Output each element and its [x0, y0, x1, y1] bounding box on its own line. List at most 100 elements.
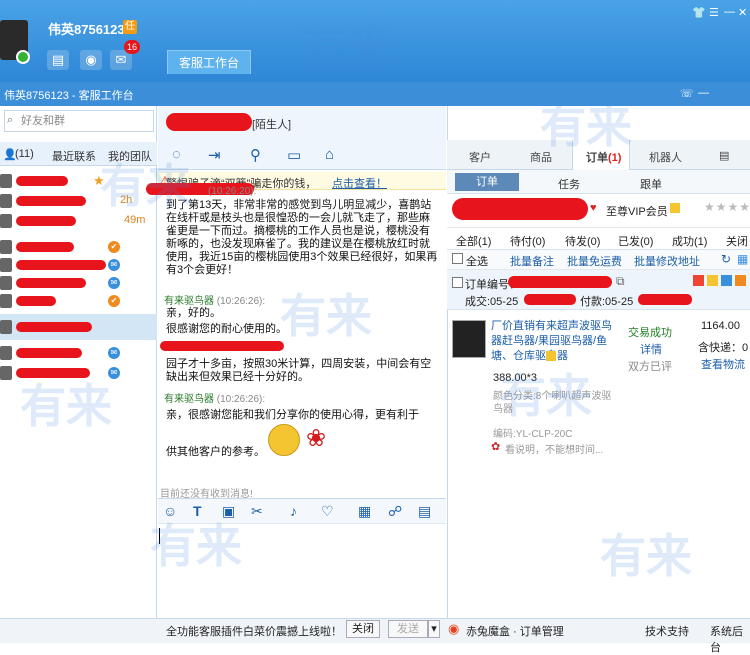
product-thumbnail[interactable]	[452, 320, 486, 358]
product-attribute: 颜色分类:8个喇叭超声波驱鸟器	[493, 391, 612, 415]
select-all-checkbox[interactable]	[452, 253, 463, 264]
doc-icon[interactable]: ▤	[418, 503, 431, 520]
memo-icon[interactable]	[707, 275, 718, 286]
rose-emoji-icon: ❀	[306, 425, 327, 452]
list-item[interactable]: ★	[0, 172, 157, 190]
chat-message: 亲，好的。	[166, 307, 221, 319]
heart-icon: ♥	[590, 202, 597, 214]
search-input[interactable]: 好友和群	[4, 110, 154, 132]
menu-icon[interactable]: ☰	[709, 6, 719, 19]
subtab-followup[interactable]: 跟单	[640, 176, 662, 192]
promo-text[interactable]: 全功能客服插件白菜价震撼上线啦！	[166, 623, 342, 639]
shipping-fee: 含快递：0	[698, 342, 749, 354]
batch-address-button[interactable]: 批量修改地址	[634, 253, 700, 269]
filter-success[interactable]: 成功(1)	[672, 233, 707, 249]
flag-icon[interactable]	[693, 275, 704, 286]
send-button[interactable]: 发送	[388, 620, 428, 638]
username: 伟英8756123	[48, 22, 125, 37]
skin-icon[interactable]: 👕	[692, 6, 706, 19]
rating-stars: ★★★★	[704, 200, 750, 214]
filter-shipped[interactable]: 已发(0)	[618, 233, 653, 249]
chat-message: 供其他客户的参考。	[166, 446, 265, 458]
mail-count-badge: 16	[124, 40, 140, 54]
edit-product-icon[interactable]	[546, 351, 556, 361]
list-item[interactable]: ✉	[0, 364, 157, 382]
quick-reply-icon[interactable]: ☍	[388, 503, 402, 520]
note-icon[interactable]: ▤	[719, 149, 729, 162]
tab-recent[interactable]: 最近联系	[52, 148, 96, 164]
card-icon[interactable]: ▤	[47, 50, 69, 70]
transfer-icon[interactable]: ⇥	[208, 146, 221, 164]
trade-status: 交易成功	[628, 327, 672, 339]
ship-icon[interactable]	[721, 275, 732, 286]
list-item[interactable]: 49m	[0, 212, 157, 230]
batch-remark-button[interactable]: 批量备注	[510, 253, 554, 269]
tab-customer[interactable]: 客户	[469, 149, 491, 165]
product-price: 388.00*3	[493, 372, 538, 384]
alert-icon[interactable]: ⌂	[325, 146, 334, 163]
print-icon[interactable]	[735, 275, 746, 286]
chat-partner-avatar	[166, 113, 252, 131]
copy-icon[interactable]: ⧉	[616, 274, 625, 289]
list-item[interactable]: ✔	[0, 238, 157, 256]
edit-icon[interactable]	[670, 203, 680, 213]
image-icon[interactable]: ▣	[222, 503, 235, 520]
tab-team[interactable]: 我的团队	[108, 148, 152, 164]
tab-workbench[interactable]: 客服工作台	[167, 50, 251, 74]
window-subtitle: 伟英8756123 - 客服工作台	[4, 90, 134, 102]
add-user-icon[interactable]: ⚲	[250, 146, 261, 164]
tab-robot[interactable]: 机器人	[649, 149, 682, 165]
filter-all[interactable]: 全部(1)	[456, 233, 491, 249]
chat-icon[interactable]: ◌	[172, 146, 181, 163]
filter-unpaid[interactable]: 待付(0)	[510, 233, 545, 249]
list-item[interactable]: ✉	[0, 344, 157, 362]
logistics-link[interactable]: 查看物流	[701, 356, 745, 372]
subtab-task[interactable]: 任务	[558, 176, 580, 192]
order-checkbox[interactable]	[452, 277, 463, 288]
select-all-label[interactable]: 全选	[466, 253, 488, 269]
chat-message: 到了第13天，非常非常的感觉到鸟儿明显减少，喜鹊站在线杆或是枝头也是很惶恐的一会…	[166, 199, 438, 276]
bell-icon[interactable]: ♪	[290, 503, 297, 519]
font-icon[interactable]: T	[193, 503, 202, 519]
chat-message: 亲，很感谢您能和我们分享你的使用心得，更有利于	[166, 409, 419, 421]
screenshot-icon[interactable]: ✂	[251, 503, 263, 520]
message-input[interactable]	[158, 524, 446, 618]
close-icon[interactable]: ✕	[738, 6, 747, 19]
send-options-icon[interactable]: ▾	[428, 620, 440, 638]
app-icon[interactable]: ◉	[80, 50, 102, 70]
grid-icon[interactable]: ▦	[737, 252, 748, 266]
refresh-icon[interactable]: ↻	[721, 252, 731, 266]
sub-minimize-icon[interactable]: —	[698, 87, 709, 99]
footer-admin[interactable]: 系统后台	[710, 623, 750, 655]
redacted-customer	[452, 198, 588, 220]
close-button[interactable]: 关闭	[346, 620, 380, 638]
text-cursor	[159, 528, 160, 544]
tab-product[interactable]: 商品	[530, 149, 552, 165]
phone-icon[interactable]: ☏	[680, 87, 694, 100]
heart-icon[interactable]: ♡	[321, 503, 334, 520]
search-icon: ⌕	[7, 114, 14, 126]
emoji-icon[interactable]: ☺	[163, 503, 177, 519]
security-notice-link[interactable]: 点击查看！	[332, 175, 387, 191]
list-item[interactable]: ✉	[0, 274, 157, 292]
task-icon: ✔	[108, 241, 120, 253]
subtab-order[interactable]: 订单	[455, 173, 519, 191]
message-sender: 有来驱鸟器 (10:26:26):	[164, 296, 266, 307]
filter-unshipped[interactable]: 待发(0)	[565, 233, 600, 249]
footer-support[interactable]: 技术支持	[645, 623, 689, 639]
selected-contact[interactable]	[0, 314, 157, 340]
list-item[interactable]: ✔	[0, 292, 157, 310]
list-item[interactable]: 2h	[0, 192, 157, 210]
calculator-icon[interactable]: ▦	[358, 503, 371, 520]
tab-contacts[interactable]: (11)	[15, 148, 34, 160]
screen-icon[interactable]: ▭	[287, 146, 301, 164]
batch-free-shipping-button[interactable]: 批量免运费	[567, 253, 622, 269]
tab-order[interactable]: 订单(1)	[586, 149, 621, 165]
brand-logo-icon: ◉	[448, 621, 460, 636]
rating-status: 双方已评	[628, 361, 672, 373]
minimize-icon[interactable]: —	[724, 6, 735, 18]
stranger-tag: [陌生人]	[252, 119, 292, 131]
list-item[interactable]: ✉	[0, 256, 157, 274]
message-icon: ✉	[108, 367, 120, 379]
detail-link[interactable]: 详情	[640, 341, 662, 357]
